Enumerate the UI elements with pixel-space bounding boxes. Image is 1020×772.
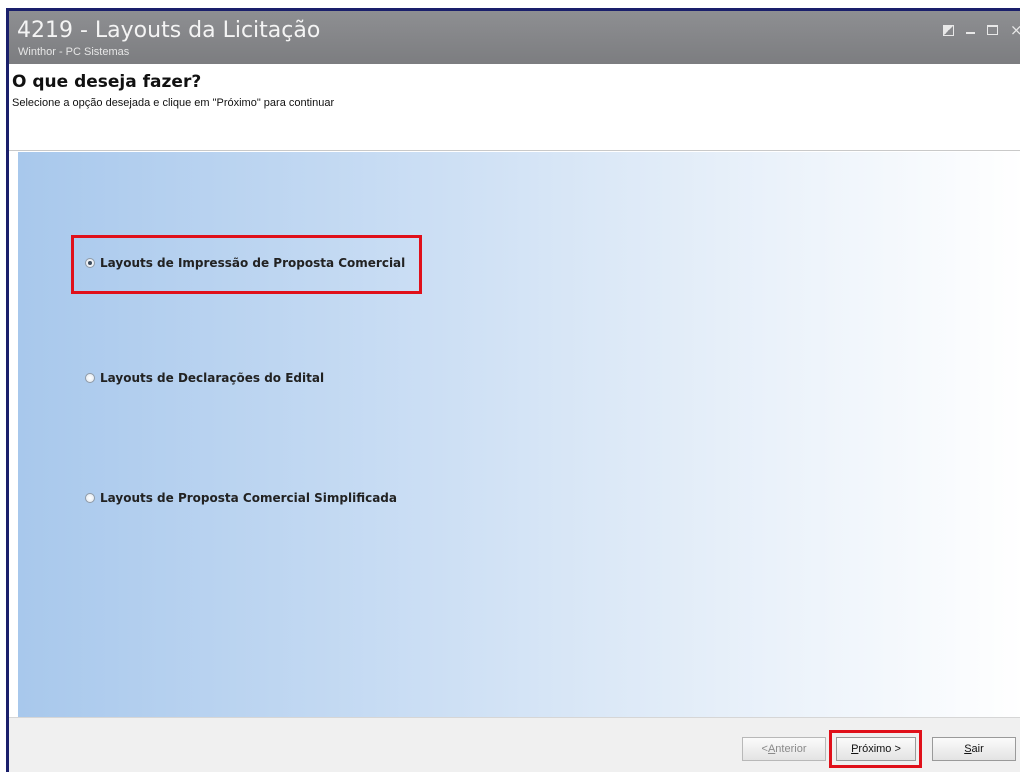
window-subtitle: Winthor - PC Sistemas (18, 46, 130, 58)
window-title: 4219 - Layouts da Licitação (17, 18, 321, 43)
highlight-box (71, 235, 422, 294)
exit-button[interactable]: Sair (932, 737, 1016, 761)
window-controls: × (943, 21, 1020, 39)
page-instructions: Selecione a opção desejada e clique em "… (12, 97, 335, 109)
exit-button-accel: S (964, 743, 972, 755)
maximize-icon[interactable] (987, 25, 998, 35)
option-declaracoes-edital[interactable]: Layouts de Declarações do Edital (85, 371, 324, 385)
option-label: Layouts de Declarações do Edital (100, 371, 325, 385)
close-icon[interactable]: × (1010, 23, 1020, 38)
highlight-box (829, 730, 922, 768)
restore-icon[interactable] (943, 24, 954, 36)
exit-button-label: air (971, 743, 984, 755)
options-panel: Layouts de Impressão de Proposta Comerci… (18, 152, 1020, 717)
page-title: O que deseja fazer? (12, 72, 202, 92)
back-button-label: nterior (775, 743, 807, 755)
wizard-window: 4219 - Layouts da Licitação Winthor - PC… (6, 8, 1020, 772)
option-label: Layouts de Proposta Comercial Simplifica… (100, 491, 397, 505)
option-proposta-simplificada[interactable]: Layouts de Proposta Comercial Simplifica… (85, 491, 397, 505)
wizard-header: O que deseja fazer? Selecione a opção de… (9, 64, 1020, 151)
title-bar[interactable]: 4219 - Layouts da Licitação Winthor - PC… (9, 11, 1020, 64)
back-button-accel: A (767, 743, 776, 755)
radio-button[interactable] (85, 373, 95, 383)
wizard-footer: < Anterior Próximo > Sair (9, 717, 1020, 772)
radio-button[interactable] (85, 493, 95, 503)
back-button[interactable]: < Anterior (742, 737, 826, 761)
minimize-icon[interactable] (966, 32, 975, 34)
